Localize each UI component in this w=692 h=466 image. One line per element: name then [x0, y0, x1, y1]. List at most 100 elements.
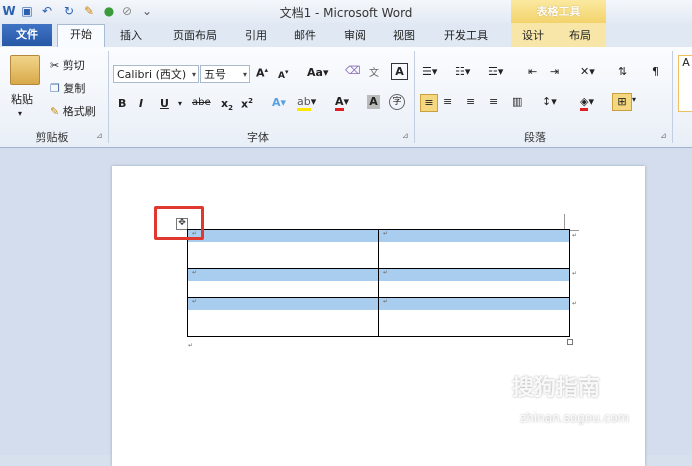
- align-left-icon[interactable]: ≡: [420, 94, 438, 112]
- bold-button[interactable]: B: [118, 97, 126, 110]
- clear-format-icon[interactable]: ⌫: [345, 64, 361, 77]
- chevron-down-icon: ▾: [242, 70, 247, 79]
- styles-gallery-preview[interactable]: A: [678, 55, 692, 112]
- shading-icon[interactable]: ◈▾: [580, 95, 594, 111]
- decrease-indent-icon[interactable]: ⇤: [528, 65, 537, 78]
- font-name-value: Calibri (西文): [117, 68, 187, 81]
- superscript-button[interactable]: x2: [241, 97, 253, 111]
- ribbon: 粘贴 ▾ ✂ 剪切 ❐ 复制 ✎ 格式刷 剪贴板 ⊿ Calibri (西文) ▾…: [0, 47, 692, 148]
- shrink-font-icon: A: [278, 71, 285, 81]
- tab-layout[interactable]: 布局: [562, 26, 598, 46]
- tab-page-layout[interactable]: 页面布局: [165, 26, 225, 46]
- grow-font-icon: A: [256, 66, 265, 80]
- cut-label: 剪切: [62, 59, 85, 72]
- ribbon-tab-bar: 文件 开始 插入 页面布局 引用 邮件 审阅 视图 开发工具 设计 布局: [0, 23, 692, 48]
- font-name-combo[interactable]: Calibri (西文) ▾: [113, 65, 199, 83]
- table-tools-context-label: 表格工具: [511, 0, 606, 23]
- scissors-icon: ✂: [50, 59, 60, 72]
- paragraph-mark: ↵: [188, 342, 194, 349]
- tab-file[interactable]: 文件: [2, 24, 52, 46]
- paste-icon[interactable]: [10, 55, 40, 85]
- bullets-icon[interactable]: ☰▾: [422, 65, 437, 78]
- styles-preview-label: A: [682, 56, 690, 69]
- borders-icon[interactable]: ⊞: [612, 93, 632, 111]
- tab-insert[interactable]: 插入: [113, 26, 149, 46]
- shrink-font-button[interactable]: A▾: [278, 68, 288, 81]
- group-divider: [672, 51, 673, 143]
- table-row: ↵ ↵: [187, 297, 570, 337]
- table-cell[interactable]: ↵: [378, 297, 570, 337]
- font-size-value: 五号: [204, 68, 226, 81]
- row-end-mark: ↵: [572, 232, 578, 239]
- clipboard-group-label: 剪贴板: [35, 131, 69, 144]
- table-cell[interactable]: ↵: [187, 268, 379, 298]
- row-end-mark: ↵: [572, 300, 578, 307]
- align-right-icon[interactable]: ≡: [466, 95, 475, 108]
- font-color-icon[interactable]: A▾: [335, 95, 349, 111]
- watermark-text: 搜狗指南: [512, 376, 601, 401]
- underline-button[interactable]: U: [160, 97, 169, 110]
- table-row: ↵ ↵: [187, 229, 570, 269]
- character-shading-icon[interactable]: A: [367, 95, 380, 109]
- group-divider: [108, 51, 109, 143]
- table-resize-handle[interactable]: [567, 339, 573, 345]
- character-border-icon[interactable]: A: [391, 63, 408, 80]
- paste-button[interactable]: 粘贴: [11, 91, 33, 107]
- subscript-button[interactable]: x2: [221, 97, 233, 112]
- table-cell[interactable]: ↵: [187, 297, 379, 337]
- document-table[interactable]: ↵ ↵ ↵ ↵ ↵ ↵: [187, 229, 570, 337]
- paste-dropdown-icon[interactable]: ▾: [18, 109, 22, 118]
- strikethrough-button[interactable]: abe: [192, 97, 211, 108]
- tab-home[interactable]: 开始: [57, 24, 105, 48]
- line-spacing-icon[interactable]: ↕▾: [542, 95, 557, 108]
- align-center-icon[interactable]: ≡: [443, 95, 452, 108]
- change-case-button[interactable]: Aa▾: [307, 66, 328, 79]
- multilevel-list-icon[interactable]: ☲▾: [488, 65, 503, 78]
- tab-mailings[interactable]: 邮件: [287, 26, 323, 46]
- document-area: ✥ ↵ ↵ ↵ ↵ ↵ ↵ ↵ ↵ ↵ ↵ 搜狗指南 zhinan.sogou.…: [0, 148, 692, 466]
- table-cell[interactable]: ↵: [378, 268, 570, 298]
- table-cell[interactable]: ↵: [378, 229, 570, 269]
- cut-button[interactable]: ✂ 剪切: [50, 57, 85, 73]
- phonetic-guide-icon[interactable]: 文: [369, 64, 379, 79]
- row-end-mark: ↵: [572, 270, 578, 277]
- font-group-label: 字体: [247, 131, 269, 144]
- clipboard-launcher-icon[interactable]: ⊿: [96, 131, 103, 140]
- underline-dropdown-icon[interactable]: ▾: [178, 99, 182, 108]
- increase-indent-icon[interactable]: ⇥: [550, 65, 559, 78]
- watermark-subtext: zhinan.sogou.com: [520, 411, 630, 425]
- font-size-combo[interactable]: 五号 ▾: [200, 65, 250, 83]
- format-painter-label: 格式刷: [62, 105, 96, 118]
- chevron-down-icon: ▾: [191, 70, 196, 79]
- numbering-icon[interactable]: ☷▾: [455, 65, 470, 78]
- tab-developer[interactable]: 开发工具: [436, 26, 496, 46]
- highlight-color-icon[interactable]: ab▾: [297, 95, 316, 111]
- justify-icon[interactable]: ≡: [489, 95, 498, 108]
- table-cell[interactable]: ↵: [187, 229, 379, 269]
- tab-review[interactable]: 审阅: [337, 26, 373, 46]
- format-painter-button[interactable]: ✎ 格式刷: [50, 103, 96, 119]
- grow-font-button[interactable]: A▴: [256, 66, 268, 80]
- show-marks-icon[interactable]: ¶: [652, 65, 659, 78]
- copy-button[interactable]: ❐ 复制: [50, 80, 85, 96]
- borders-dropdown-icon[interactable]: ▾: [632, 95, 636, 104]
- copy-label: 复制: [63, 82, 86, 95]
- highlight-callout-box: [154, 206, 204, 240]
- asian-layout-icon[interactable]: ✕▾: [580, 65, 595, 78]
- table-row: ↵ ↵: [187, 268, 570, 298]
- tab-design[interactable]: 设计: [515, 26, 551, 46]
- paragraph-launcher-icon[interactable]: ⊿: [660, 131, 667, 140]
- copy-icon: ❐: [50, 82, 60, 95]
- italic-button[interactable]: I: [139, 97, 143, 110]
- distributed-icon[interactable]: ▥: [512, 95, 522, 108]
- tab-references[interactable]: 引用: [238, 26, 274, 46]
- title-bar: W ▣ ↶ ↻ ✎ ● ⊘ ⌄ 文档1 - Microsoft Word 表格工…: [0, 0, 692, 23]
- sort-icon[interactable]: ⇅: [618, 65, 627, 78]
- font-launcher-icon[interactable]: ⊿: [402, 131, 409, 140]
- tab-view[interactable]: 视图: [386, 26, 422, 46]
- enclose-characters-icon[interactable]: 字: [389, 94, 405, 110]
- paragraph-group-label: 段落: [524, 131, 546, 144]
- group-divider: [414, 51, 415, 143]
- text-effects-icon[interactable]: A▾: [272, 96, 286, 109]
- brush-icon: ✎: [50, 105, 60, 118]
